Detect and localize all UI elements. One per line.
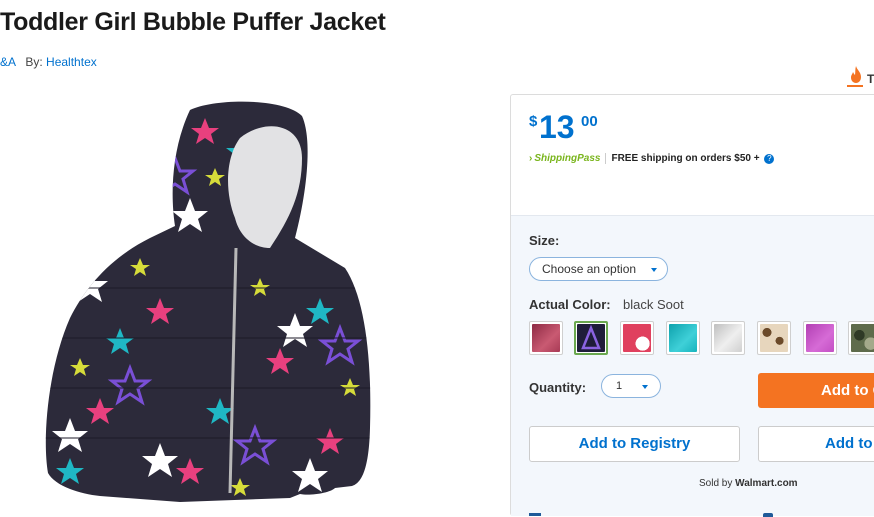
brand-link[interactable]: Healthtex [46, 55, 97, 69]
sold-by-label: Sold by [699, 478, 733, 489]
chevron-down-icon [642, 385, 648, 389]
free-shipping-text: FREE shipping on orders $50 + [611, 153, 760, 165]
swatch-berry[interactable] [529, 321, 563, 355]
add-to-list-button[interactable]: Add to List [758, 426, 874, 462]
swatch-teal[interactable] [666, 321, 700, 355]
store-icon [763, 513, 773, 517]
flame-icon [851, 66, 861, 83]
sold-by: Sold by Walmart.com [699, 478, 798, 489]
swatch-leopard[interactable] [757, 321, 791, 355]
quantity-select[interactable]: 1 [601, 374, 661, 398]
badge-underline [847, 85, 863, 87]
shipping-info: › ShippingPass FREE shipping on orders $50… [529, 153, 775, 165]
product-image[interactable] [40, 98, 380, 508]
color-label: Actual Color: [529, 297, 611, 312]
buy-box: $ 13 00 › ShippingPass FREE shipping on or… [510, 94, 874, 517]
quantity-label: Quantity: [529, 380, 587, 395]
divider [605, 153, 607, 164]
size-label: Size: [529, 233, 560, 248]
badge-text: T [867, 72, 874, 86]
truck-icon [529, 513, 541, 516]
size-select[interactable]: Choose an option [529, 257, 668, 281]
product-title: Toddler Girl Bubble Puffer Jacket [0, 8, 386, 36]
swatch-black-soot[interactable] [574, 321, 608, 355]
shippingpass-arrow-icon: › [529, 153, 533, 165]
trending-badge[interactable]: T [846, 66, 874, 90]
price-cents: 00 [581, 113, 598, 130]
size-select-value: Choose an option [542, 262, 637, 276]
price-currency: $ [529, 113, 538, 130]
qa-link[interactable]: &A [0, 55, 16, 69]
price-dollars: 13 [539, 109, 575, 145]
by-label: By: [25, 55, 43, 69]
swatch-pink[interactable] [620, 321, 654, 355]
add-to-registry-button[interactable]: Add to Registry [529, 426, 740, 462]
swatch-magenta[interactable] [803, 321, 837, 355]
help-icon[interactable]: ? [764, 153, 775, 164]
add-to-cart-button[interactable]: Add to Cart [758, 373, 874, 408]
quantity-value: 1 [616, 380, 623, 392]
shippingpass-logo: › ShippingPass [529, 153, 601, 165]
color-value: black Soot [623, 297, 684, 312]
swatch-pattern [581, 324, 601, 350]
chevron-down-icon [651, 268, 657, 272]
swatch-silver[interactable] [711, 321, 745, 355]
seller-name[interactable]: Walmart.com [735, 478, 797, 489]
swatch-camo[interactable] [848, 321, 874, 355]
byline: &A By: Healthtex [0, 55, 97, 69]
